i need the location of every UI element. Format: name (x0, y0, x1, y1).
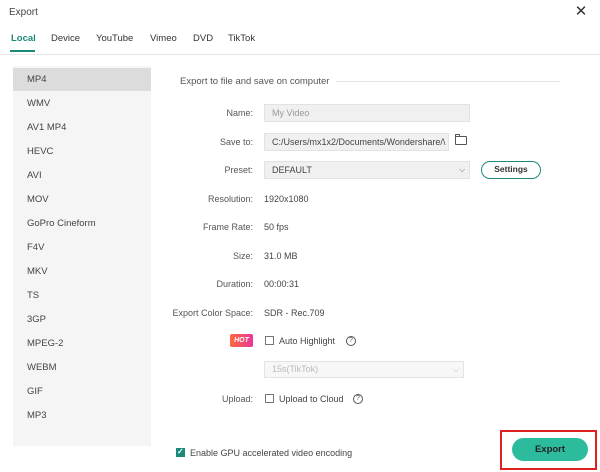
size-value: 31.0 MB (264, 251, 298, 261)
tab-dvd[interactable]: DVD (193, 33, 213, 44)
tab-local[interactable]: Local (11, 33, 36, 44)
name-label: Name: (226, 108, 253, 118)
preset-label: Preset: (224, 165, 253, 175)
tab-tiktok[interactable]: TikTok (228, 33, 255, 44)
close-icon[interactable]: ✕ (572, 3, 590, 21)
chevron-down-icon: ⌵ (453, 365, 460, 374)
format-item-mkv[interactable]: MKV (13, 260, 151, 283)
title-bar: Export ✕ (0, 0, 600, 26)
saveto-label: Save to: (219, 137, 253, 147)
tabs-divider (0, 54, 600, 55)
saveto-input[interactable]: C:/Users/mx1x2/Documents/Wondershare/\ (264, 133, 449, 151)
settings-button[interactable]: Settings (481, 161, 541, 179)
gpu-acceleration-checkbox[interactable] (176, 447, 185, 457)
format-item-f4v[interactable]: F4V (13, 236, 151, 259)
format-item-avi[interactable]: AVI (13, 164, 151, 187)
framerate-value: 50 fps (264, 222, 289, 232)
format-item-gif[interactable]: GIF (13, 380, 151, 403)
format-list: MP4 WMV AV1 MP4 HEVC AVI MOV GoPro Cinef… (13, 66, 151, 446)
section-divider (336, 81, 560, 82)
section-title: Export to file and save on computer (180, 76, 330, 87)
format-item-3gp[interactable]: 3GP (13, 308, 151, 331)
auto-highlight-label: Auto Highlight (279, 336, 336, 346)
upload-cloud-label: Upload to Cloud (279, 394, 344, 404)
highlight-duration-select: 15s(TikTok) (264, 361, 464, 378)
auto-highlight-checkbox[interactable] (265, 336, 274, 345)
format-item-webm[interactable]: WEBM (13, 356, 151, 379)
duration-label: Duration: (216, 279, 253, 289)
upload-cloud-checkbox[interactable] (265, 394, 274, 403)
size-label: Size: (232, 251, 253, 261)
format-item-ts[interactable]: TS (13, 284, 151, 307)
colorspace-value: SDR - Rec.709 (264, 308, 325, 318)
framerate-label: Frame Rate: (202, 222, 253, 232)
duration-value: 00:00:31 (264, 279, 300, 289)
preset-select[interactable]: DEFAULT (264, 161, 470, 179)
format-item-mov[interactable]: MOV (13, 188, 151, 211)
tab-bar: Local Device YouTube Vimeo DVD TikTok (0, 26, 600, 54)
chevron-down-icon: ⌵ (459, 165, 466, 174)
tab-device[interactable]: Device (51, 33, 80, 44)
format-item-av1-mp4[interactable]: AV1 MP4 (13, 116, 151, 139)
export-dialog: Export ✕ Local Device YouTube Vimeo DVD … (0, 0, 600, 472)
folder-icon[interactable] (455, 134, 467, 145)
upload-label: Upload: (221, 394, 253, 404)
dialog-title: Export (9, 7, 38, 18)
colorspace-label: Export Color Space: (172, 308, 253, 318)
help-icon[interactable]: ? (353, 394, 363, 404)
format-item-wmv[interactable]: WMV (13, 92, 151, 115)
annotation-highlight-box (500, 430, 597, 470)
gpu-acceleration-label: Enable GPU accelerated video encoding (190, 448, 353, 458)
resolution-value: 1920x1080 (264, 194, 309, 204)
tab-vimeo[interactable]: Vimeo (150, 33, 177, 44)
format-item-gopro-cineform[interactable]: GoPro Cineform (13, 212, 151, 235)
name-input[interactable]: My Video (264, 104, 470, 122)
tab-youtube[interactable]: YouTube (96, 33, 133, 44)
format-item-mpeg-2[interactable]: MPEG-2 (13, 332, 151, 355)
format-item-mp3[interactable]: MP3 (13, 404, 151, 427)
resolution-label: Resolution: (207, 194, 253, 204)
format-item-hevc[interactable]: HEVC (13, 140, 151, 163)
help-icon[interactable]: ? (346, 336, 356, 346)
active-tab-indicator (10, 50, 35, 52)
hot-badge: HOT (230, 334, 253, 347)
format-item-mp4[interactable]: MP4 (13, 68, 151, 91)
